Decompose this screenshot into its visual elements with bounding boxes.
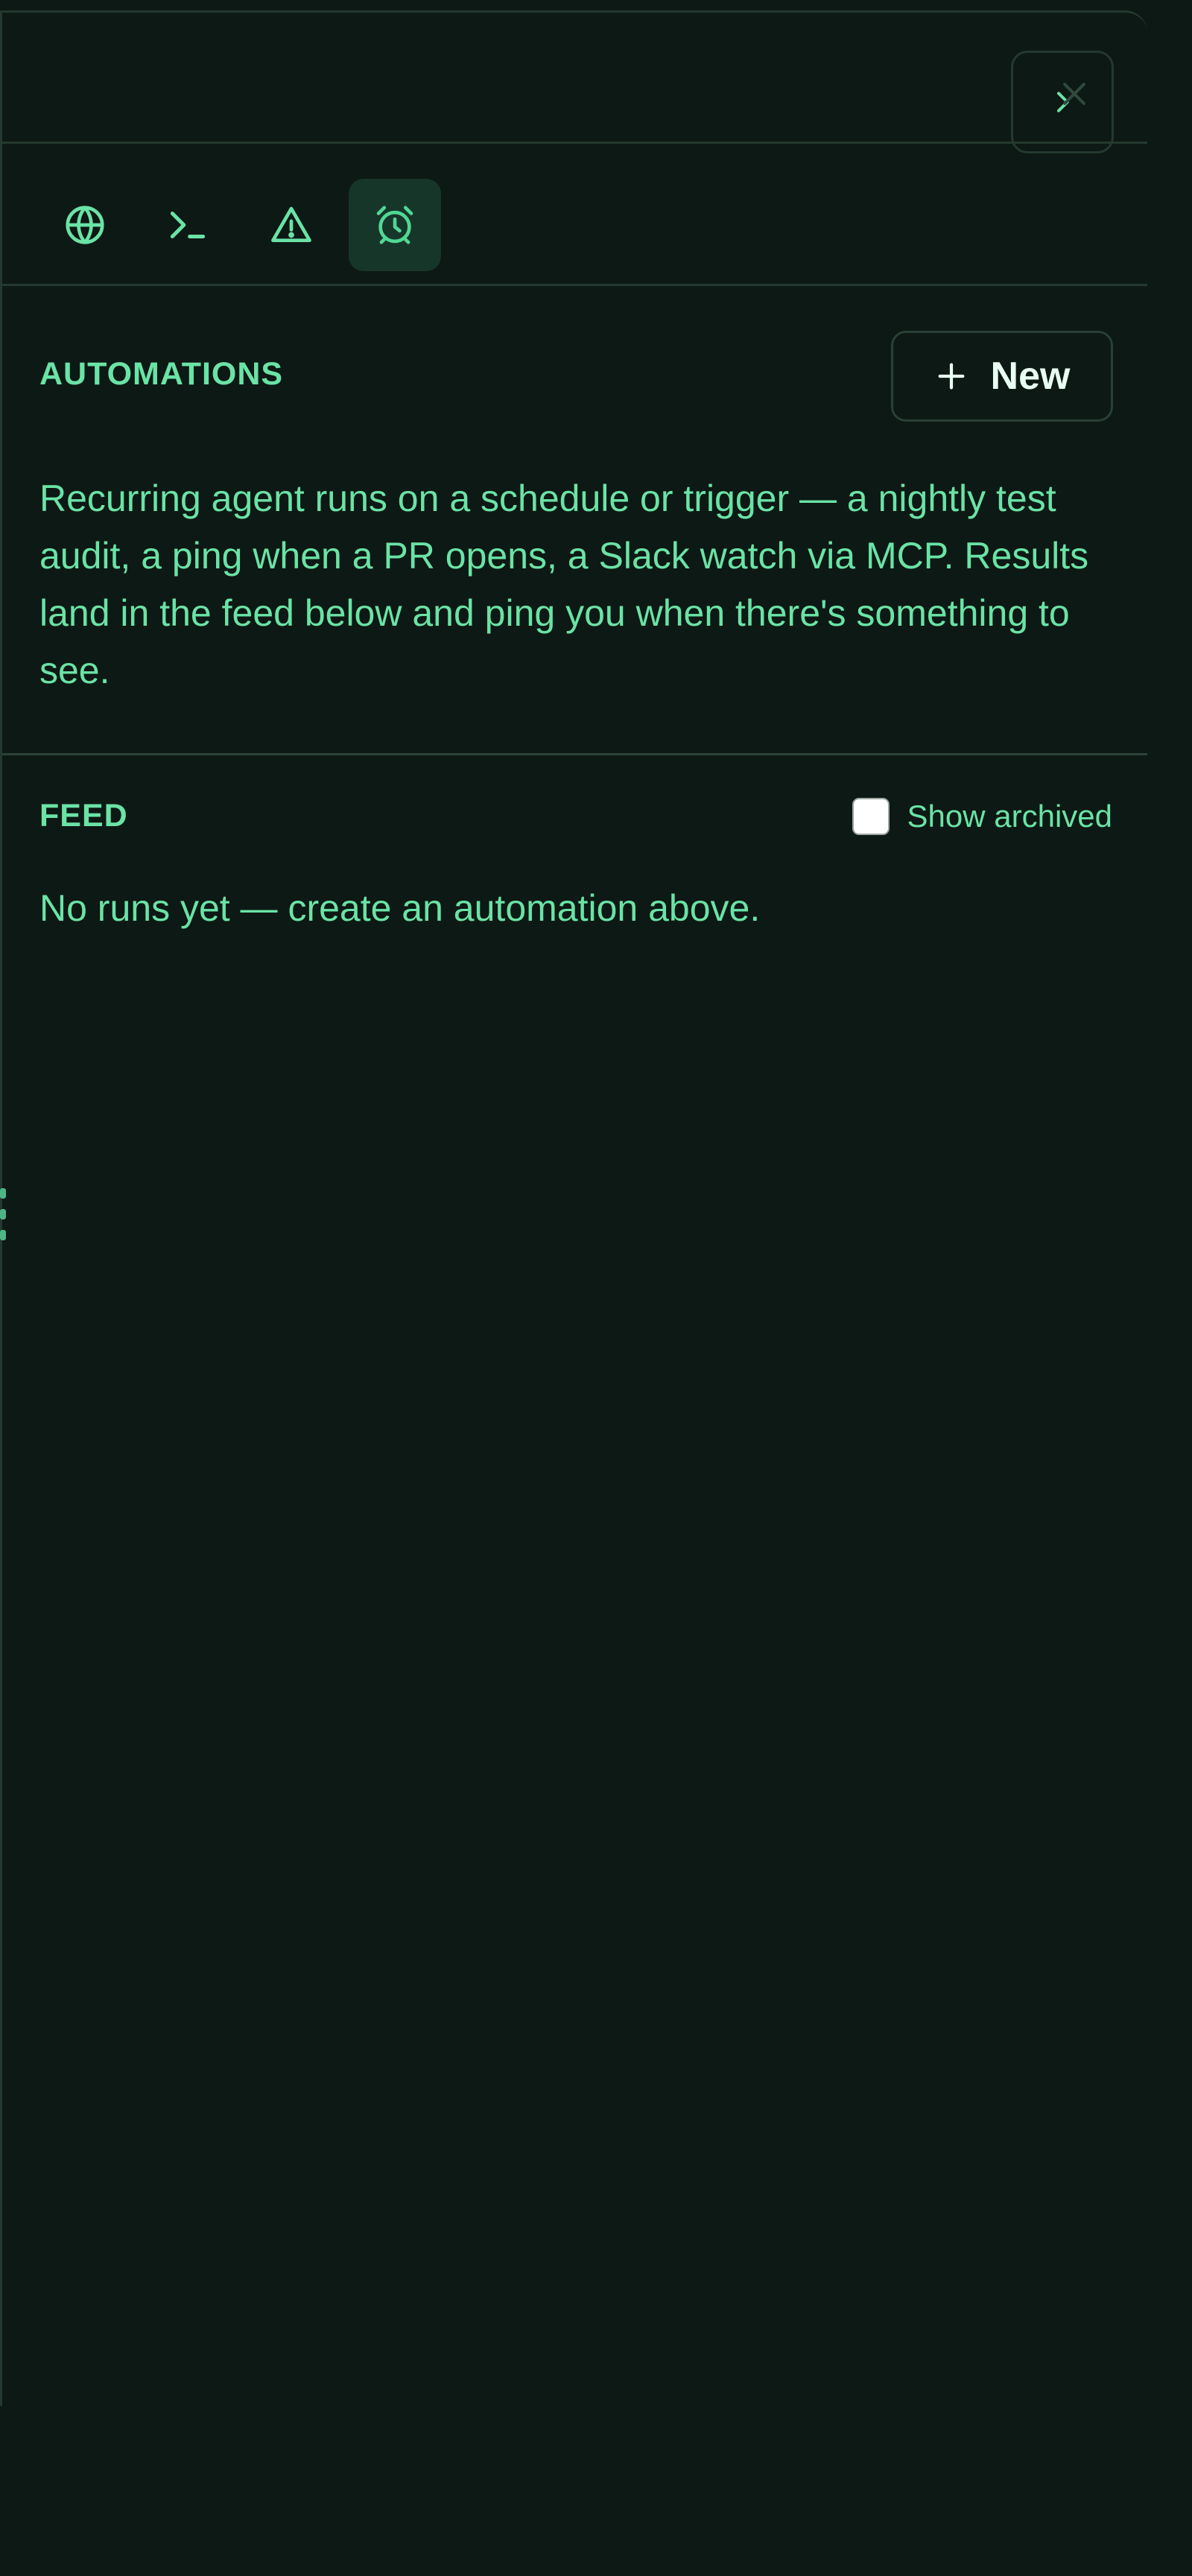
alarm-clock-icon xyxy=(376,206,413,244)
panel-tabs xyxy=(2,144,1147,286)
tab-automations[interactable] xyxy=(349,179,441,271)
show-archived-toggle[interactable]: Show archived xyxy=(852,798,1112,835)
tab-terminal[interactable] xyxy=(142,179,234,271)
panel-resize-handle[interactable] xyxy=(0,1188,7,1240)
warning-icon xyxy=(271,206,311,242)
grip-dot xyxy=(0,1209,6,1219)
feed-empty-message: No runs yet — create an automation above… xyxy=(39,887,761,929)
automations-title: AUTOMATIONS xyxy=(39,356,284,392)
page-background xyxy=(0,2406,1192,2576)
grip-dot xyxy=(0,1230,6,1240)
close-panel-button[interactable] xyxy=(1051,71,1097,117)
automations-description: Recurring agent runs on a schedule or tr… xyxy=(39,478,1089,691)
show-archived-label: Show archived xyxy=(907,799,1112,834)
terminal-icon xyxy=(170,212,206,238)
plus-icon xyxy=(938,363,964,390)
show-archived-checkbox[interactable] xyxy=(852,798,890,835)
new-button-label: New xyxy=(990,355,1071,398)
automations-panel: AUTOMATIONS New Recurring agent runs on … xyxy=(0,10,1147,2406)
feed-section: FEED Show archived No runs yet — create … xyxy=(2,755,1147,2394)
tab-problems[interactable] xyxy=(245,179,337,271)
close-icon xyxy=(1063,83,1085,105)
panel-header xyxy=(2,13,1147,153)
feed-title: FEED xyxy=(39,798,128,834)
globe-icon xyxy=(66,206,104,244)
new-automation-button[interactable]: New xyxy=(891,331,1113,422)
tab-browser[interactable] xyxy=(39,179,131,271)
automations-section: AUTOMATIONS New Recurring agent runs on … xyxy=(2,286,1147,755)
grip-dot xyxy=(0,1188,6,1199)
